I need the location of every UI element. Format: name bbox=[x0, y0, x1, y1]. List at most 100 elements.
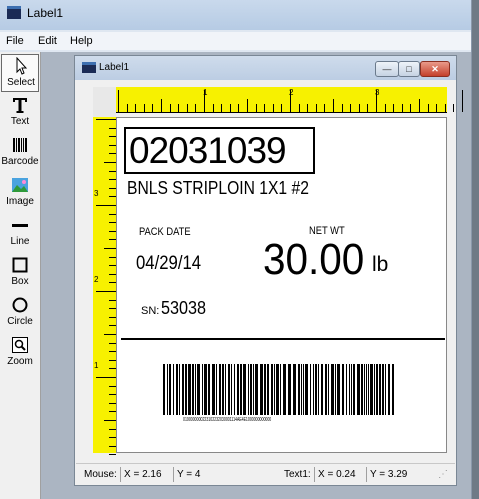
ruler-horizontal: 1 2 3 bbox=[116, 87, 463, 113]
ruler-tick bbox=[152, 104, 154, 112]
ruler-tick bbox=[109, 325, 116, 327]
ruler-tick bbox=[238, 104, 240, 112]
barcode-human-readable[interactable]: 0190000000223102232030001114AE4E10000000… bbox=[183, 417, 393, 423]
tool-line[interactable]: Line bbox=[1, 214, 39, 252]
ruler-tick bbox=[169, 104, 171, 112]
document-title: Label1 bbox=[99, 62, 130, 73]
separator-line[interactable] bbox=[121, 338, 445, 340]
ruler-tick bbox=[104, 420, 116, 421]
barcode-bar bbox=[250, 364, 252, 415]
ruler-tick bbox=[436, 104, 438, 112]
ruler-tick bbox=[109, 359, 116, 361]
ruler-tick bbox=[247, 99, 248, 112]
ruler-tick bbox=[109, 351, 116, 353]
menu-help[interactable]: Help bbox=[70, 35, 93, 47]
barcode-bar bbox=[301, 364, 302, 415]
barcode-bar bbox=[240, 364, 242, 415]
barcode-bar bbox=[188, 364, 191, 415]
barcode-bar bbox=[335, 364, 336, 415]
barcode-bar bbox=[192, 364, 194, 415]
barcode-bar bbox=[274, 364, 275, 415]
barcode-bar bbox=[351, 364, 352, 415]
circle-icon bbox=[12, 297, 28, 313]
ruler-tick bbox=[384, 104, 386, 112]
barcode-graphic[interactable] bbox=[163, 364, 395, 415]
ruler-tick bbox=[109, 411, 116, 413]
ruler-tick bbox=[96, 119, 116, 120]
ruler-tick bbox=[109, 170, 116, 172]
ruler-tick bbox=[324, 104, 326, 112]
pack-date-label[interactable]: PACK DATE bbox=[139, 226, 191, 238]
main-title-bar[interactable]: Label1 bbox=[0, 0, 471, 30]
tool-box[interactable]: Box bbox=[1, 254, 39, 292]
resize-grip-icon[interactable]: ⋰ bbox=[438, 467, 448, 482]
maximize-button[interactable]: □ bbox=[398, 61, 420, 77]
net-weight-unit[interactable]: lb bbox=[372, 253, 388, 277]
tool-select[interactable]: Select bbox=[1, 54, 39, 92]
menu-file[interactable]: File bbox=[6, 35, 24, 47]
ruler-corner bbox=[93, 87, 116, 117]
tool-zoom[interactable]: Zoom bbox=[1, 334, 39, 372]
tool-barcode[interactable]: Barcode bbox=[1, 134, 39, 172]
ruler-tick bbox=[109, 316, 116, 318]
ruler-tick bbox=[109, 454, 116, 456]
barcode-bar bbox=[357, 364, 360, 415]
ruler-tick bbox=[221, 104, 223, 112]
net-weight-value[interactable]: 30.00 bbox=[263, 235, 364, 285]
serial-number-value[interactable]: 53038 bbox=[161, 298, 206, 319]
ruler-tick bbox=[427, 104, 429, 112]
ruler-tick bbox=[109, 445, 116, 447]
serial-number-label[interactable]: SN: bbox=[141, 305, 159, 317]
barcode-bar bbox=[260, 364, 263, 415]
ruler-tick bbox=[96, 291, 116, 292]
barcode-bar bbox=[288, 364, 291, 415]
ruler-tick bbox=[350, 104, 352, 112]
minimize-button[interactable]: — bbox=[375, 61, 399, 77]
barcode-bar bbox=[376, 364, 378, 415]
ruler-tick bbox=[298, 104, 300, 112]
barcode-bar bbox=[231, 364, 232, 415]
ruler-tick bbox=[109, 239, 116, 241]
ruler-tick bbox=[419, 99, 420, 112]
ruler-tick bbox=[104, 334, 116, 335]
barcode-bar bbox=[169, 364, 171, 415]
label-design-surface[interactable]: 02031039 BNLS STRIPLOIN 1X1 #2 PACK DATE… bbox=[116, 117, 447, 453]
tool-label: Zoom bbox=[7, 356, 33, 367]
lot-number-text[interactable]: 02031039 bbox=[129, 130, 287, 172]
tool-label: Image bbox=[6, 196, 34, 207]
ruler-tick bbox=[290, 90, 291, 112]
tool-circle[interactable]: Circle bbox=[1, 294, 39, 332]
barcode-bar bbox=[374, 364, 375, 415]
tool-image[interactable]: Image bbox=[1, 174, 39, 212]
ruler-tick bbox=[109, 222, 116, 224]
document-title-bar[interactable]: Label1 — □ ✕ bbox=[75, 56, 456, 80]
ruler-tick bbox=[444, 104, 446, 112]
tool-text[interactable]: Text bbox=[1, 94, 39, 132]
ruler-tick bbox=[109, 282, 116, 284]
pack-date-value[interactable]: 04/29/14 bbox=[136, 253, 201, 275]
ruler-tick bbox=[109, 256, 116, 258]
box-icon bbox=[12, 257, 28, 273]
barcode-bar bbox=[366, 364, 367, 415]
tool-label: Select bbox=[7, 77, 35, 88]
ruler-tick bbox=[109, 136, 116, 138]
ruler-tick bbox=[109, 437, 116, 439]
barcode-bar bbox=[204, 364, 207, 415]
barcode-bar bbox=[216, 364, 217, 415]
ruler-tick bbox=[118, 90, 119, 112]
lot-number-box[interactable]: 02031039 bbox=[124, 127, 315, 174]
barcode-icon bbox=[13, 138, 27, 152]
label-canvas-area[interactable]: 1 2 3 3 2 1 02031039 BNLS STRIPLOIN 1X1 … bbox=[76, 80, 463, 461]
ruler-tick bbox=[281, 104, 283, 112]
ruler-tick bbox=[109, 342, 116, 344]
ruler-tick bbox=[135, 104, 137, 112]
barcode-bar bbox=[208, 364, 210, 415]
product-description-text[interactable]: BNLS STRIPLOIN 1X1 #2 bbox=[127, 178, 309, 199]
barcode-bar bbox=[276, 364, 279, 415]
barcode-bar bbox=[392, 364, 394, 415]
text-y-value: Y = 3.29 bbox=[366, 467, 407, 482]
close-button[interactable]: ✕ bbox=[420, 61, 450, 77]
text-x-value: X = 0.24 bbox=[314, 467, 356, 482]
ruler-number: 2 bbox=[94, 275, 99, 284]
menu-edit[interactable]: Edit bbox=[38, 35, 57, 47]
